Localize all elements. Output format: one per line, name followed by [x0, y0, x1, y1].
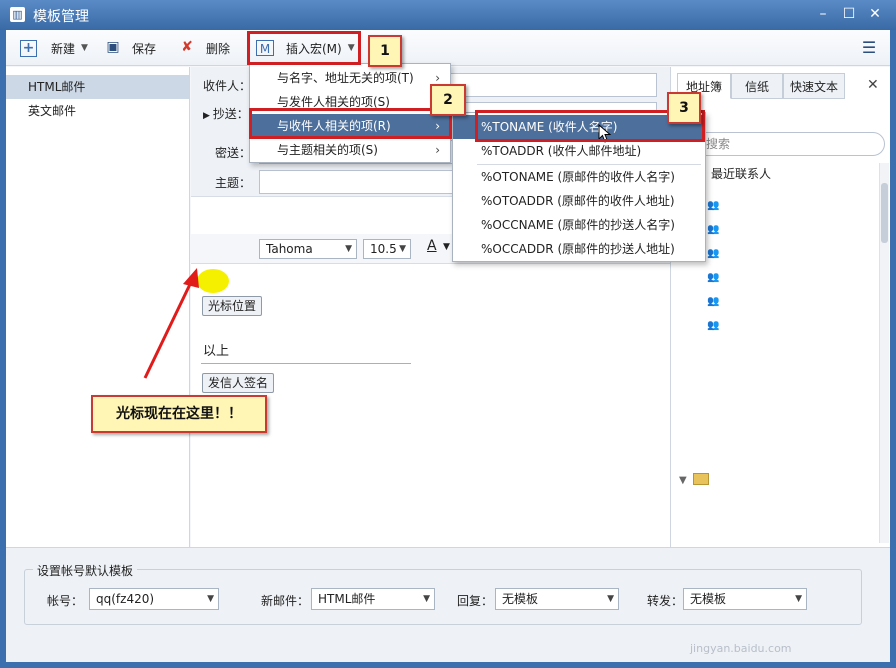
cursor-note-callout: 光标现在在这里！！ [91, 395, 267, 433]
annotation-arrow [143, 268, 199, 379]
